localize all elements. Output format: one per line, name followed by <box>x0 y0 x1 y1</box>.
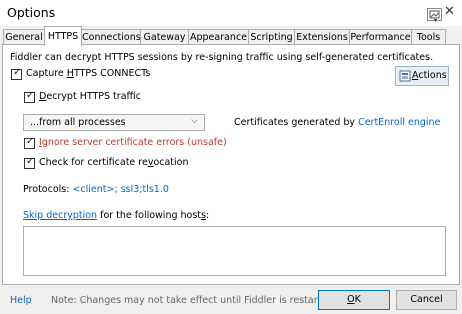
window-title: Options <box>7 5 56 20</box>
tab-general[interactable]: General <box>3 29 45 44</box>
tab-appearance[interactable]: Appearance <box>188 29 249 44</box>
close-icon[interactable]: ✕ <box>444 4 455 19</box>
check-revocation-label: Check for certificate revocation <box>39 157 189 168</box>
ignore-cert-errors-checkbox[interactable] <box>24 136 35 149</box>
actions-button[interactable]: Actions <box>395 66 449 86</box>
capture-https-checkbox[interactable] <box>11 67 22 80</box>
tab-tools[interactable]: Tools <box>411 29 446 44</box>
process-filter-select[interactable]: ...from all processes ⌵ <box>23 114 205 131</box>
capture-https-label: Capture HTTPS CONNECTs <box>26 68 151 79</box>
skip-decryption-text: Skip decryption for the following hosts: <box>23 210 210 221</box>
tab-scripting[interactable]: Scripting <box>248 29 295 44</box>
title-bar <box>0 0 462 26</box>
ignore-cert-errors-label: Ignore server certificate errors (unsafe… <box>39 137 227 148</box>
protocols-text: Protocols: <client>; ssl3;tls1.0 <box>23 184 169 195</box>
chevron-down-icon: ⌵ <box>191 116 198 126</box>
intro-text: Fiddler can decrypt HTTPS sessions by re… <box>10 52 434 63</box>
skip-decryption-link[interactable]: Skip decryption <box>23 210 97 221</box>
protocols-link[interactable]: <client>; ssl3;tls1.0 <box>72 184 168 195</box>
tab-https[interactable]: HTTPS <box>44 26 82 46</box>
cancel-button[interactable]: Cancel <box>396 290 457 310</box>
restart-note: Note: Changes may not take effect until … <box>51 295 337 306</box>
skip-hosts-textarea[interactable] <box>23 226 446 276</box>
tab-gateway[interactable]: Gateway <box>140 29 189 44</box>
ok-button[interactable]: OK <box>318 290 390 310</box>
window-icon-dropdown-icon[interactable]: ▾ <box>434 17 437 24</box>
decrypt-https-checkbox[interactable] <box>24 90 35 103</box>
tab-performance[interactable]: Performance <box>349 29 412 44</box>
tab-connections[interactable]: Connections <box>81 29 141 44</box>
cert-generator-text: Certificates generated by CertEnroll eng… <box>234 117 441 128</box>
actions-icon <box>399 70 411 82</box>
tab-extensions[interactable]: Extensions <box>294 29 350 44</box>
certenroll-link[interactable]: CertEnroll engine <box>358 117 440 128</box>
process-filter-value: ...from all processes <box>30 117 126 128</box>
decrypt-https-label: Decrypt HTTPS traffic <box>39 91 141 102</box>
help-link[interactable]: Help <box>10 295 32 306</box>
check-revocation-checkbox[interactable] <box>24 156 35 169</box>
